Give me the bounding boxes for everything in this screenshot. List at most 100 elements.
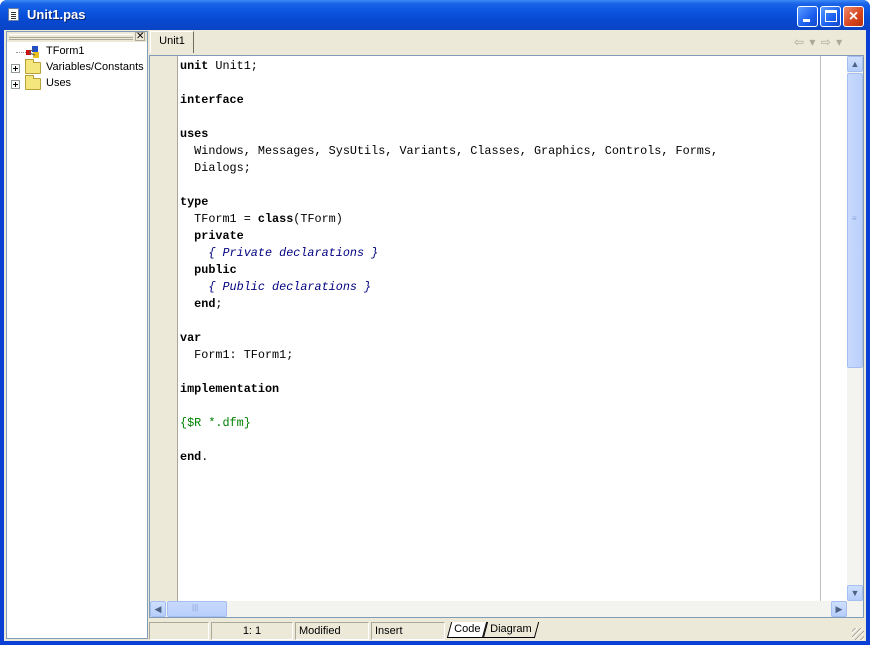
code-line[interactable] (180, 75, 820, 92)
vertical-scrollbar[interactable]: ▲ ≡ ▼ (847, 56, 863, 601)
scroll-right-button[interactable]: ▶ (831, 601, 847, 617)
tab-diagram-label: Diagram (490, 623, 533, 635)
horizontal-scrollbar[interactable]: ◀ ||| ▶ (150, 601, 863, 617)
tree-item-label: Uses (46, 77, 72, 89)
code-line[interactable] (180, 398, 820, 415)
view-tabs: Code Diagram (446, 622, 540, 640)
code-keyword: var (180, 331, 202, 345)
code-line[interactable]: Form1: TForm1; (180, 347, 820, 364)
expand-plus-icon[interactable] (11, 80, 20, 89)
tab-code[interactable]: Code (446, 622, 488, 638)
code-keyword: unit (180, 59, 209, 73)
code-line[interactable] (180, 109, 820, 126)
thumb-grip-icon: ≡ (852, 214, 857, 223)
tree-item-variables-constants[interactable]: Variables/Constants (7, 59, 147, 76)
back-arrow-icon[interactable]: ⇦ (794, 35, 805, 49)
close-button[interactable]: × (843, 6, 864, 27)
maximize-button[interactable] (820, 6, 841, 27)
tree-item-tform1[interactable]: TForm1 (7, 44, 147, 60)
status-panel-empty (149, 622, 209, 640)
cursor-position: 1: 1 (211, 622, 293, 640)
modified-indicator: Modified (295, 622, 369, 640)
scroll-down-button[interactable]: ▼ (847, 585, 863, 601)
tree-item-uses[interactable]: Uses (7, 75, 147, 92)
code-line[interactable]: public (180, 262, 820, 279)
status-bar: 1: 1 Modified Insert Code Diagram (149, 620, 864, 640)
code-line[interactable]: Dialogs; (180, 160, 820, 177)
code-text: Form1: TForm1; (180, 348, 294, 362)
explorer-grip[interactable] (9, 34, 133, 40)
code-line[interactable]: { Private declarations } (180, 245, 820, 262)
maximize-icon (825, 10, 837, 22)
code-line[interactable]: end. (180, 449, 820, 466)
code-keyword: type (180, 195, 209, 209)
insert-mode-indicator: Insert (371, 622, 445, 640)
scroll-up-button[interactable]: ▲ (847, 56, 863, 72)
vertical-scroll-thumb[interactable]: ≡ (847, 73, 863, 368)
form-class-icon (26, 46, 39, 58)
title-bar[interactable]: Unit1.pas × (0, 0, 870, 30)
folder-icon (25, 59, 41, 74)
code-line[interactable]: end; (180, 296, 820, 313)
tab-diagram[interactable]: Diagram (483, 622, 540, 638)
forward-arrow-icon[interactable]: ⇨ (821, 35, 832, 49)
resize-grip[interactable] (852, 628, 864, 640)
code-keyword: implementation (180, 382, 280, 396)
code-line[interactable]: Windows, Messages, SysUtils, Variants, C… (180, 143, 820, 160)
folder-icon (25, 75, 41, 90)
code-text: Unit1; (208, 59, 258, 73)
code-text-area[interactable]: unit Unit1; interface uses Windows, Mess… (180, 58, 820, 603)
code-keyword: interface (180, 93, 244, 107)
code-text: Windows, Messages, SysUtils, Variants, C… (180, 144, 719, 158)
code-keyword: public (194, 263, 237, 277)
code-line[interactable] (180, 364, 820, 381)
dropdown-arrow-icon[interactable]: ▾ (805, 35, 821, 49)
code-keyword: end (194, 297, 216, 311)
code-line[interactable]: uses (180, 126, 820, 143)
code-line[interactable]: {$R *.dfm} (180, 415, 820, 432)
code-line[interactable] (180, 313, 820, 330)
horizontal-scroll-thumb[interactable]: ||| (167, 601, 227, 617)
right-margin-line (820, 56, 821, 601)
code-comment: { Private declarations } (180, 246, 379, 260)
minimize-button[interactable] (797, 6, 818, 27)
code-editor[interactable]: unit Unit1; interface uses Windows, Mess… (149, 55, 864, 618)
code-text: ; (215, 297, 223, 311)
code-line[interactable]: type (180, 194, 820, 211)
code-line[interactable]: TForm1 = class(TForm) (180, 211, 820, 228)
code-line[interactable] (180, 432, 820, 449)
code-keyword: end (180, 450, 202, 464)
code-comment: { Public declarations } (180, 280, 372, 294)
code-line[interactable]: interface (180, 92, 820, 109)
expand-plus-icon[interactable] (11, 64, 20, 73)
code-line[interactable]: { Public declarations } (180, 279, 820, 296)
tree-item-label: TForm1 (46, 45, 85, 57)
code-line[interactable]: unit Unit1; (180, 58, 820, 75)
code-explorer: ✕ TForm1 Variables/Constants Uses (6, 31, 148, 639)
code-text: TForm1 = (180, 212, 258, 226)
explorer-header: ✕ (7, 32, 147, 42)
tab-unit1[interactable]: Unit1 (150, 31, 194, 53)
scroll-left-button[interactable]: ◀ (150, 601, 166, 617)
code-text: (TForm) (293, 212, 343, 226)
explorer-close-button[interactable]: ✕ (135, 32, 145, 42)
code-keyword: class (257, 212, 294, 226)
close-icon: × (848, 8, 859, 25)
code-line[interactable] (180, 177, 820, 194)
ide-window: Unit1.pas × ✕ TForm1 Variables/Constants… (0, 0, 870, 645)
file-icon (8, 8, 19, 21)
code-line[interactable]: implementation (180, 381, 820, 398)
code-keyword: private (194, 229, 244, 243)
thumb-grip-icon: ||| (192, 603, 199, 612)
history-navigation: ⇦ ▾ ⇨ ▾ (794, 35, 862, 49)
code-text: Dialogs; (180, 161, 251, 175)
tree-item-label: Variables/Constants (46, 61, 144, 73)
code-directive: {$R *.dfm} (180, 416, 251, 430)
editor-gutter[interactable] (150, 56, 178, 617)
code-text: . (201, 450, 209, 464)
code-line[interactable]: private (180, 228, 820, 245)
dropdown-arrow-icon[interactable]: ▾ (832, 35, 843, 49)
code-line[interactable]: var (180, 330, 820, 347)
